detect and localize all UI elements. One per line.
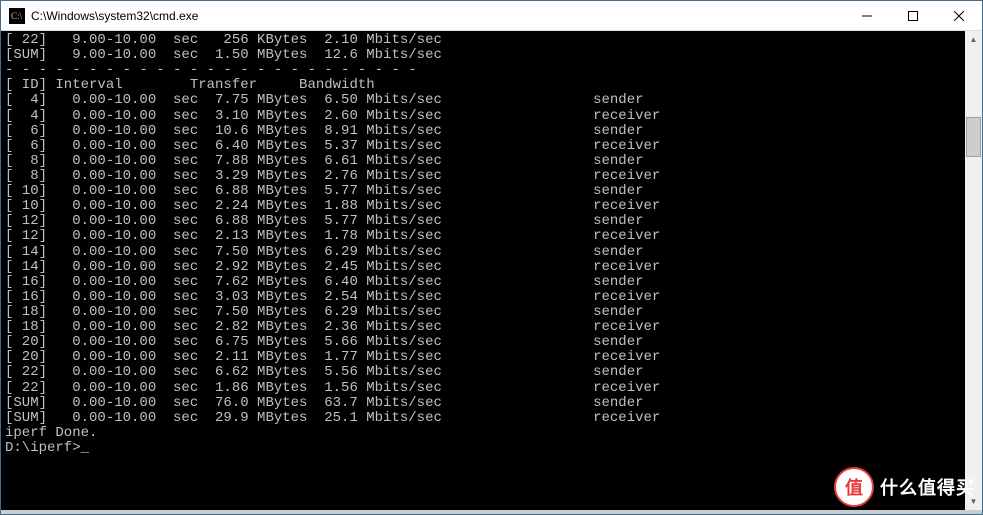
maximize-button[interactable] bbox=[890, 1, 936, 30]
terminal-line: [ 4] 0.00-10.00 sec 7.75 MBytes 6.50 Mbi… bbox=[5, 93, 965, 108]
close-button[interactable] bbox=[936, 1, 982, 30]
terminal-line: D:\iperf>_ bbox=[5, 441, 965, 456]
terminal-line: [ 14] 0.00-10.00 sec 2.92 MBytes 2.45 Mb… bbox=[5, 260, 965, 275]
bottom-border bbox=[1, 510, 982, 514]
terminal-line: [ 12] 0.00-10.00 sec 6.88 MBytes 5.77 Mb… bbox=[5, 214, 965, 229]
cmd-icon: C:\ bbox=[9, 8, 25, 24]
terminal-line: [ 10] 0.00-10.00 sec 6.88 MBytes 5.77 Mb… bbox=[5, 184, 965, 199]
terminal-line: [ 10] 0.00-10.00 sec 2.24 MBytes 1.88 Mb… bbox=[5, 199, 965, 214]
terminal-output[interactable]: [ 22] 9.00-10.00 sec 256 KBytes 2.10 Mbi… bbox=[1, 31, 965, 510]
terminal-line: [ 20] 0.00-10.00 sec 6.75 MBytes 5.66 Mb… bbox=[5, 335, 965, 350]
terminal-line: [ 22] 0.00-10.00 sec 6.62 MBytes 5.56 Mb… bbox=[5, 365, 965, 380]
scroll-up-arrow[interactable]: ▲ bbox=[965, 31, 982, 48]
titlebar[interactable]: C:\ C:\Windows\system32\cmd.exe bbox=[1, 1, 982, 31]
terminal-line: [SUM] 0.00-10.00 sec 29.9 MBytes 25.1 Mb… bbox=[5, 411, 965, 426]
terminal-line: [ 20] 0.00-10.00 sec 2.11 MBytes 1.77 Mb… bbox=[5, 350, 965, 365]
terminal-line: iperf Done. bbox=[5, 426, 965, 441]
terminal-line: [ 22] 0.00-10.00 sec 1.86 MBytes 1.56 Mb… bbox=[5, 381, 965, 396]
terminal-line: [SUM] 9.00-10.00 sec 1.50 MBytes 12.6 Mb… bbox=[5, 48, 965, 63]
svg-text:C:\: C:\ bbox=[11, 11, 23, 21]
vertical-scrollbar[interactable]: ▲ ▼ bbox=[965, 31, 982, 510]
scroll-down-arrow[interactable]: ▼ bbox=[965, 493, 982, 510]
terminal-line: [ 6] 0.00-10.00 sec 6.40 MBytes 5.37 Mbi… bbox=[5, 139, 965, 154]
terminal-line: [ 8] 0.00-10.00 sec 3.29 MBytes 2.76 Mbi… bbox=[5, 169, 965, 184]
terminal-line: [ 4] 0.00-10.00 sec 3.10 MBytes 2.60 Mbi… bbox=[5, 109, 965, 124]
scroll-thumb[interactable] bbox=[966, 117, 981, 157]
terminal-line: [ 12] 0.00-10.00 sec 2.13 MBytes 1.78 Mb… bbox=[5, 229, 965, 244]
terminal-line: [ 16] 0.00-10.00 sec 3.03 MBytes 2.54 Mb… bbox=[5, 290, 965, 305]
terminal-line: [SUM] 0.00-10.00 sec 76.0 MBytes 63.7 Mb… bbox=[5, 396, 965, 411]
terminal-line: [ 18] 0.00-10.00 sec 2.82 MBytes 2.36 Mb… bbox=[5, 320, 965, 335]
window-title: C:\Windows\system32\cmd.exe bbox=[31, 9, 844, 23]
terminal-line: [ 8] 0.00-10.00 sec 7.88 MBytes 6.61 Mbi… bbox=[5, 154, 965, 169]
terminal-area: [ 22] 9.00-10.00 sec 256 KBytes 2.10 Mbi… bbox=[1, 31, 982, 510]
terminal-line: [ 18] 0.00-10.00 sec 7.50 MBytes 6.29 Mb… bbox=[5, 305, 965, 320]
terminal-line: [ ID] Interval Transfer Bandwidth bbox=[5, 78, 965, 93]
terminal-line: - - - - - - - - - - - - - - - - - - - - … bbox=[5, 63, 965, 78]
cmd-window: C:\ C:\Windows\system32\cmd.exe [ 22] 9.… bbox=[0, 0, 983, 515]
terminal-line: [ 22] 9.00-10.00 sec 256 KBytes 2.10 Mbi… bbox=[5, 33, 965, 48]
terminal-line: [ 16] 0.00-10.00 sec 7.62 MBytes 6.40 Mb… bbox=[5, 275, 965, 290]
terminal-line: [ 6] 0.00-10.00 sec 10.6 MBytes 8.91 Mbi… bbox=[5, 124, 965, 139]
window-controls bbox=[844, 1, 982, 30]
terminal-line: [ 14] 0.00-10.00 sec 7.50 MBytes 6.29 Mb… bbox=[5, 245, 965, 260]
minimize-button[interactable] bbox=[844, 1, 890, 30]
